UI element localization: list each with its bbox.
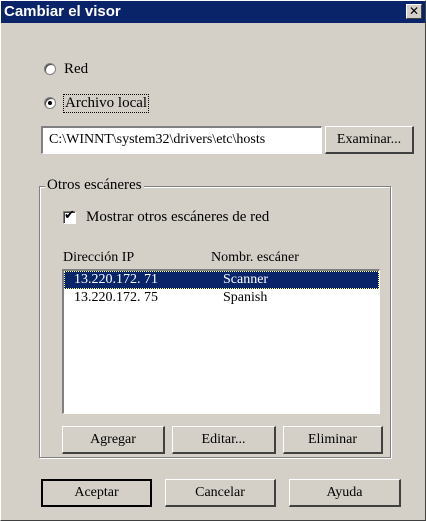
show-other-scanners-checkbox[interactable]: ✔ Mostrar otros escáneres de red <box>63 209 269 226</box>
browse-button[interactable]: Examinar... <box>325 126 414 154</box>
dialog-window: Cambiar el visor ✕ Red Archivo local C:\… <box>0 0 426 521</box>
window-title: Cambiar el visor <box>4 3 121 20</box>
cancel-button[interactable]: Cancelar <box>165 479 276 507</box>
scanner-ip: 13.220.172. 71 <box>74 272 158 287</box>
scanner-name: Spanish <box>223 290 268 305</box>
close-icon: ✕ <box>408 4 420 18</box>
hosts-path-field[interactable]: C:\WINNT\system32\drivers\etc\hosts <box>41 126 322 154</box>
other-scanners-group-label: Otros escáneres <box>45 177 144 194</box>
column-header-ip: Dirección IP <box>63 250 135 265</box>
close-button[interactable]: ✕ <box>406 4 422 19</box>
help-button[interactable]: Ayuda <box>289 479 401 507</box>
edit-button[interactable]: Editar... <box>172 426 276 454</box>
show-other-scanners-checkbox-box[interactable]: ✔ <box>63 208 76 224</box>
scanner-list[interactable]: 13.220.172. 71 Scanner 13.220.172. 75 Sp… <box>62 269 380 414</box>
radio-local-file-label: Archivo local <box>62 93 150 113</box>
ok-button[interactable]: Aceptar <box>41 479 152 507</box>
radio-local-file-indicator[interactable] <box>44 97 56 109</box>
scanner-name: Scanner <box>223 272 269 287</box>
radio-local-file[interactable]: Archivo local <box>44 93 150 113</box>
show-other-scanners-label: Mostrar otros escáneres de red <box>86 209 270 225</box>
scanner-ip: 13.220.172. 75 <box>74 290 158 305</box>
column-header-scanner-name: Nombr. escáner <box>211 250 299 265</box>
radio-red-indicator[interactable] <box>44 63 56 75</box>
scanner-list-row[interactable]: 13.220.172. 71 Scanner <box>64 271 379 289</box>
radio-red-label: Red <box>64 60 89 77</box>
radio-red[interactable]: Red <box>44 59 88 79</box>
title-bar[interactable]: Cambiar el visor ✕ <box>1 1 425 23</box>
delete-button[interactable]: Eliminar <box>283 426 383 454</box>
checkmark-icon: ✔ <box>64 208 75 223</box>
scanner-list-row[interactable]: 13.220.172. 75 Spanish <box>64 289 379 307</box>
add-button[interactable]: Agregar <box>62 426 165 454</box>
